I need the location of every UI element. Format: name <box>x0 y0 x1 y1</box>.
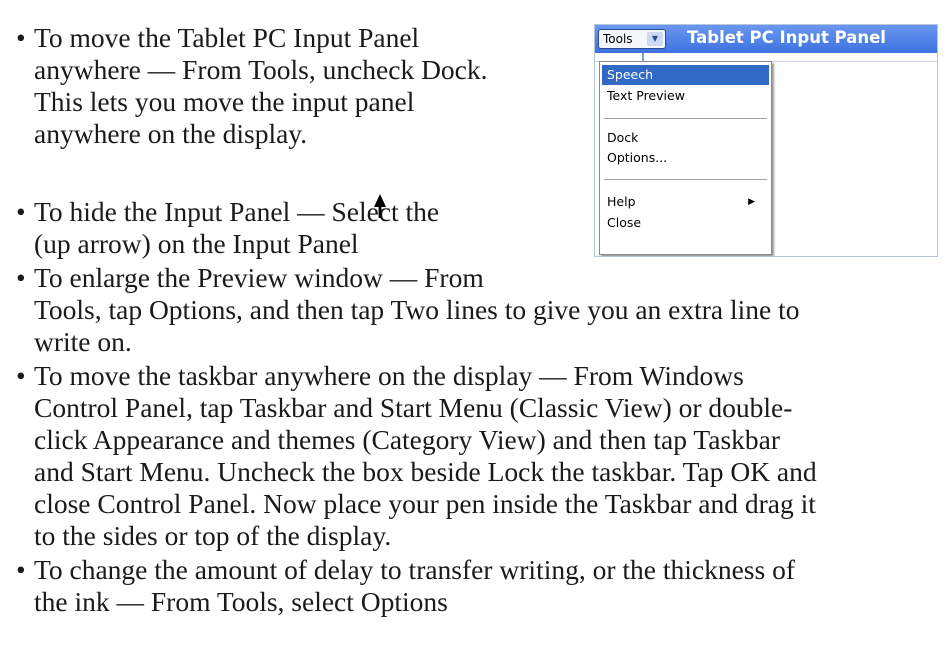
menu-item-options[interactable]: Options... <box>602 148 769 168</box>
submenu-arrow-icon: ▶ <box>748 197 755 207</box>
bullet-line: anywhere — From Tools, uncheck Dock. <box>34 54 488 85</box>
bullet-line: To move the taskbar anywhere on the disp… <box>34 360 744 391</box>
bullet-line: (up arrow) on the Input Panel <box>34 228 359 259</box>
menu-separator <box>604 179 767 180</box>
manual-page: • To move the Tablet PC Input Panel anyw… <box>0 0 948 652</box>
input-panel-title: Tablet PC Input Panel <box>687 28 886 47</box>
tools-menu-button[interactable]: Tools ▼ <box>598 29 666 49</box>
tools-dropdown-menu: Speech Text Preview Dock Options... Help… <box>599 61 772 255</box>
menu-item-help[interactable]: Help ▶ <box>602 192 769 212</box>
bullet-marker: • <box>16 22 26 53</box>
input-panel-titlebar: Tools ▼ Tablet PC Input Panel <box>595 25 937 53</box>
bullet-line: write on. <box>34 326 132 357</box>
up-arrow-icon <box>374 194 386 218</box>
bullet-line: and Start Menu. Uncheck the box beside L… <box>34 456 817 487</box>
chevron-down-icon: ▼ <box>647 32 663 46</box>
bullet-line: anywhere on the display. <box>34 118 308 149</box>
menu-item-speech[interactable]: Speech <box>602 65 769 85</box>
bullet-line: close Control Panel. Now place your pen … <box>34 488 816 519</box>
bullet-line: To enlarge the Preview window — From <box>34 262 484 293</box>
bullet-line: the ink — From Tools, select Options <box>34 586 448 617</box>
bullet-marker: • <box>16 262 26 293</box>
bullet-marker: • <box>16 554 26 585</box>
menu-item-dock[interactable]: Dock <box>602 128 769 148</box>
bullet-line: Tools, tap Options, and then tap Two lin… <box>34 294 800 325</box>
bullet-line: To move the Tablet PC Input Panel <box>34 22 420 53</box>
bullet-line: This lets you move the input panel <box>34 86 415 117</box>
menu-item-text-preview[interactable]: Text Preview <box>602 86 769 106</box>
menu-separator <box>604 118 767 119</box>
bullet-line: click Appearance and themes (Category Vi… <box>34 424 781 455</box>
bullet-line: Control Panel, tap Taskbar and Start Men… <box>34 392 793 423</box>
bullet-line: to the sides or top of the display. <box>34 520 392 551</box>
bullet-line: To change the amount of delay to transfe… <box>34 554 795 585</box>
bullet-marker: • <box>16 196 26 227</box>
input-panel-screenshot: Tools ▼ Tablet PC Input Panel Speech Tex… <box>594 24 938 257</box>
menu-item-close[interactable]: Close <box>602 213 769 233</box>
tools-label: Tools <box>603 32 633 46</box>
bullet-marker: • <box>16 360 26 391</box>
